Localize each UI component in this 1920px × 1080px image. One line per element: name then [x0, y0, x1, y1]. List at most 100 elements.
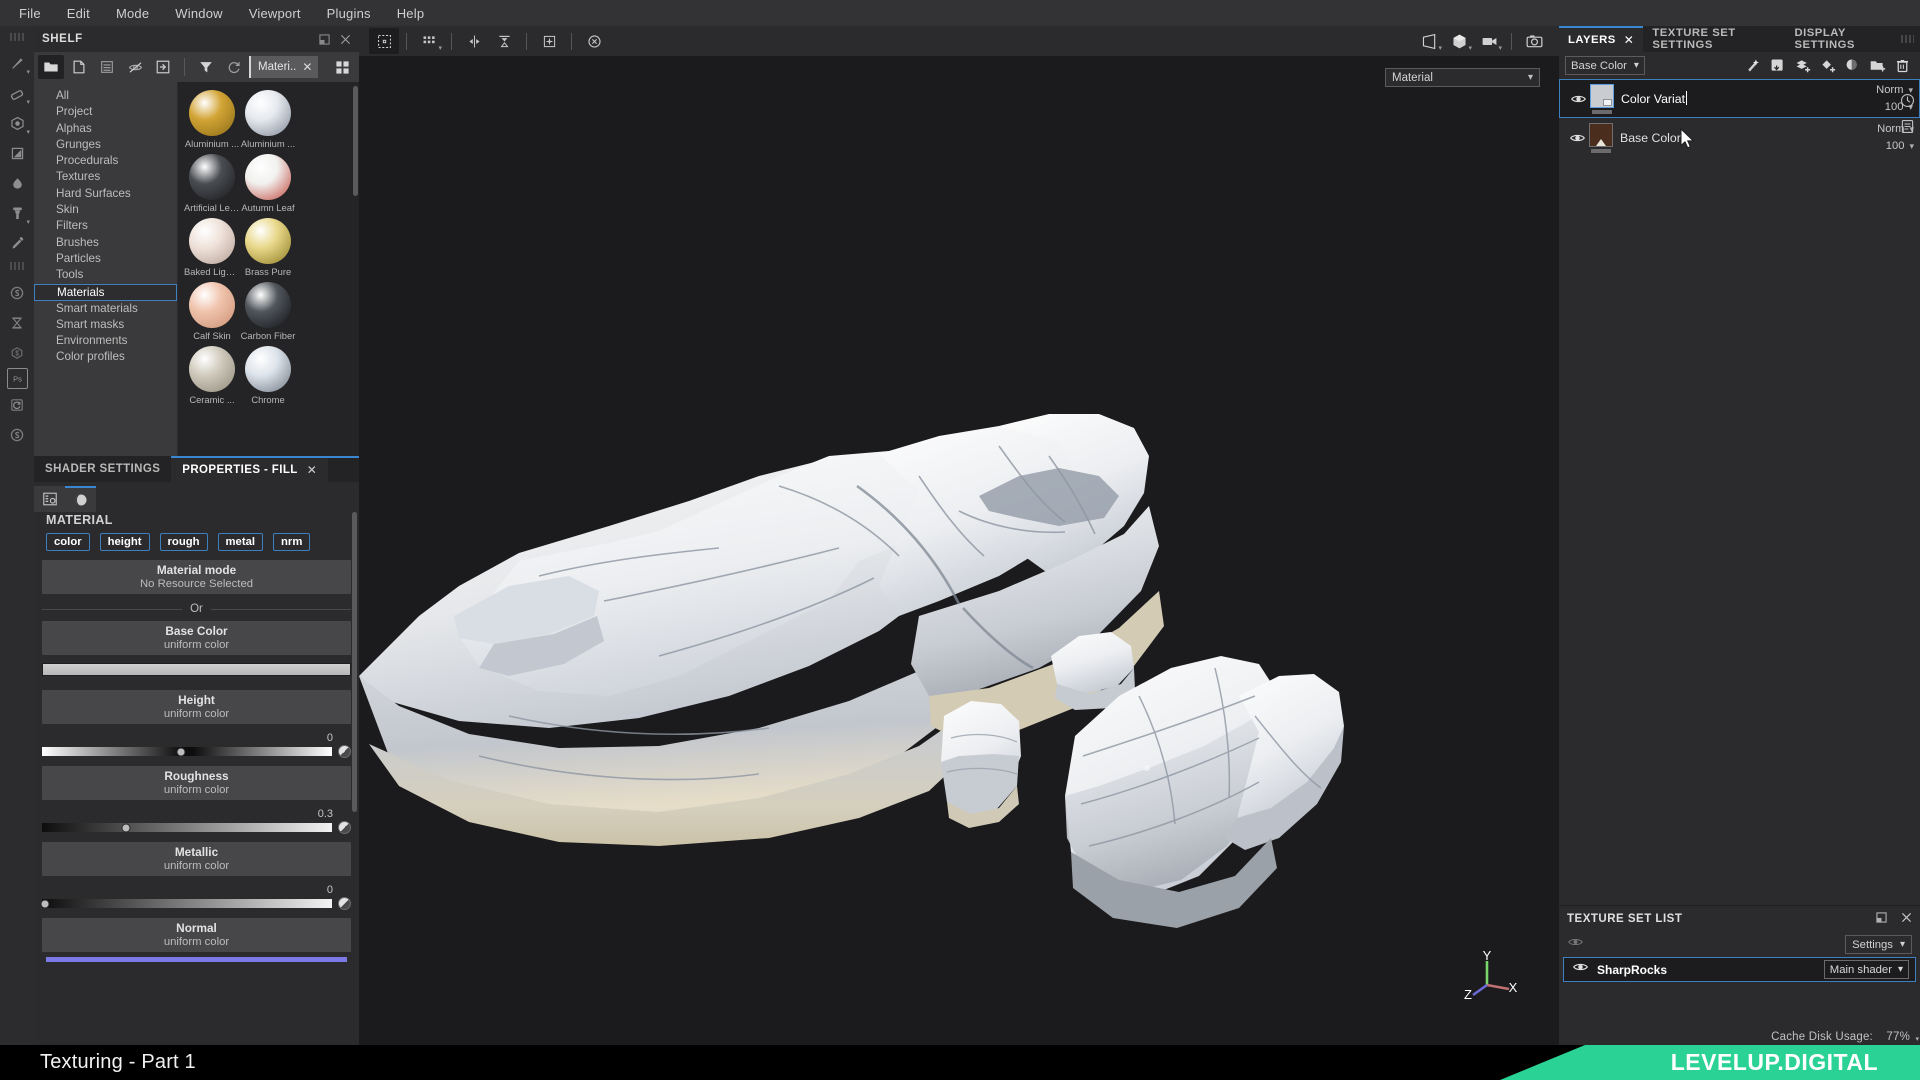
hide-icon[interactable] — [122, 55, 148, 79]
layer-thumbnail[interactable] — [1590, 83, 1614, 108]
projection-icon[interactable]: ▾ — [3, 109, 31, 138]
shelf-material-item[interactable]: Chrome — [240, 344, 296, 408]
notes-icon[interactable] — [1895, 114, 1919, 138]
channel-selector[interactable]: Base Color ▾ — [1565, 56, 1645, 75]
shelf-category-tools[interactable]: Tools — [34, 267, 177, 283]
roughness-block[interactable]: Roughness uniform color — [42, 766, 351, 800]
settings-dropdown[interactable]: Settings ▾ — [1845, 935, 1912, 954]
height-block[interactable]: Height uniform color — [42, 690, 351, 724]
shelf-material-item[interactable]: Artificial Lea... — [184, 152, 240, 216]
add-layer-icon[interactable] — [1790, 54, 1814, 77]
clear-icon[interactable] — [579, 28, 609, 54]
height-slider-knob[interactable] — [176, 747, 186, 756]
viewport-canvas[interactable] — [359, 56, 1559, 1045]
screenshot-icon[interactable] — [1519, 28, 1549, 54]
tab-display-settings[interactable]: DISPLAY SETTINGS — [1785, 26, 1901, 52]
center-view-icon[interactable] — [534, 28, 564, 54]
layer-row[interactable]: Base Color Norm ▾ 100 ▾ — [1559, 118, 1920, 157]
roughness-reset-icon[interactable] — [338, 821, 351, 834]
eye-icon[interactable] — [1572, 960, 1589, 979]
shelf-category-alphas[interactable]: Alphas — [34, 121, 177, 137]
symmetry-axis-icon[interactable] — [489, 28, 519, 54]
menu-item-mode[interactable]: Mode — [103, 3, 162, 24]
channel-toggle-height[interactable]: height — [99, 533, 150, 551]
folder-icon[interactable] — [38, 55, 64, 79]
shelf-scrollbar[interactable] — [353, 86, 358, 196]
eye-icon[interactable] — [1568, 92, 1588, 106]
properties-scrollbar[interactable] — [352, 512, 357, 812]
close-icon[interactable] — [1901, 912, 1912, 926]
delete-layer-icon[interactable] — [1890, 54, 1914, 77]
shelf-material-item[interactable]: Carbon Fiber — [240, 280, 296, 344]
search-input[interactable]: Materi.. ✕ — [249, 56, 319, 78]
channel-toggle-metal[interactable]: metal — [217, 533, 264, 551]
shelf-category-smart-materials[interactable]: Smart materials — [34, 301, 177, 317]
tab-shader-settings[interactable]: SHADER SETTINGS — [34, 456, 172, 482]
photoshop-icon[interactable]: Ps — [6, 368, 28, 389]
metallic-slider-track[interactable] — [40, 899, 332, 908]
material-preview-icon[interactable] — [65, 486, 96, 512]
metallic-block[interactable]: Metallic uniform color — [42, 842, 351, 876]
smudge-icon[interactable] — [3, 169, 31, 198]
refresh-icon[interactable] — [3, 390, 31, 419]
clear-search-icon[interactable]: ✕ — [302, 60, 312, 74]
reset-icon[interactable] — [221, 55, 247, 79]
close-icon[interactable]: ✕ — [1624, 33, 1635, 47]
viewport-material-selector[interactable]: Material ▾ — [1385, 68, 1540, 87]
shelf-category-all[interactable]: All — [34, 88, 177, 104]
layer-name[interactable]: Base Color — [1620, 131, 1864, 145]
menu-item-viewport[interactable]: Viewport — [236, 3, 314, 24]
add-mask-icon[interactable]: ▾ — [1840, 54, 1919, 1043]
layer-thumbnail[interactable] — [1589, 122, 1613, 147]
menu-item-window[interactable]: Window — [162, 3, 235, 24]
substance-share-icon[interactable] — [3, 338, 31, 367]
polygon-fill-icon[interactable] — [3, 139, 31, 168]
grid-view-icon[interactable] — [329, 55, 355, 79]
add-fill-layer-icon[interactable] — [1765, 54, 1789, 77]
shelf-category-smart-masks[interactable]: Smart masks — [34, 317, 177, 333]
metallic-reset-icon[interactable] — [338, 897, 351, 910]
baking-icon[interactable] — [3, 308, 31, 337]
shelf-material-item[interactable]: Ceramic ... — [184, 344, 240, 408]
clone-stamp-icon[interactable]: ▾ — [3, 199, 31, 228]
dock-grip[interactable] — [1900, 35, 1914, 43]
tab-layers[interactable]: LAYERS ✕ — [1559, 26, 1644, 52]
menu-item-file[interactable]: File — [6, 3, 54, 24]
roughness-slider-track[interactable] — [42, 823, 332, 832]
shelf-category-filters[interactable]: Filters — [34, 218, 177, 234]
uv-grid-icon[interactable]: ▾ — [414, 28, 444, 54]
layer-name[interactable]: Color Variat — [1621, 91, 1863, 106]
shelf-category-textures[interactable]: Textures — [34, 169, 177, 185]
viewport-3d[interactable]: ▾ ▾ ▾ ▾ Material ▾ Y X Z — [359, 26, 1559, 1045]
camera-render-icon[interactable]: ▾ — [1474, 28, 1504, 54]
tab-texture-set-settings[interactable]: TEXTURE SET SETTINGS — [1643, 26, 1786, 52]
substance-source-icon[interactable] — [3, 278, 31, 307]
dock-icon[interactable] — [1876, 912, 1887, 926]
tab-properties-fill[interactable]: PROPERTIES - FILL ✕ — [171, 456, 329, 482]
shelf-material-item[interactable]: Autumn Leaf — [240, 152, 296, 216]
effects-icon[interactable] — [1740, 54, 1764, 77]
shelf-category-procedurals[interactable]: Procedurals — [34, 153, 177, 169]
channel-toggle-color[interactable]: color — [46, 533, 90, 551]
shelf-category-environments[interactable]: Environments — [34, 333, 177, 349]
perspective-icon[interactable]: ▾ — [1414, 28, 1444, 54]
channel-toggle-nrm[interactable]: nrm — [273, 533, 311, 551]
material-mode-block[interactable]: Material mode No Resource Selected — [42, 560, 351, 594]
eye-toggle-icon[interactable] — [1567, 935, 1584, 954]
channel-toggle-rough[interactable]: rough — [159, 533, 208, 551]
rail-grip-2[interactable] — [10, 262, 24, 270]
roughness-slider-knob[interactable] — [121, 823, 131, 832]
shelf-category-particles[interactable]: Particles — [34, 251, 177, 267]
save-icon[interactable] — [94, 55, 120, 79]
shelf-category-project[interactable]: Project — [34, 104, 177, 120]
dock-icon[interactable] — [319, 33, 330, 45]
layer-opacity[interactable]: 100 — [1886, 140, 1905, 152]
history-icon[interactable] — [1895, 88, 1919, 112]
shelf-category-grunges[interactable]: Grunges — [34, 137, 177, 153]
layer-row[interactable]: Color Variat Norm ▾ 100 ▾ — [1559, 79, 1920, 118]
menu-item-edit[interactable]: Edit — [54, 3, 103, 24]
substance-icon[interactable] — [3, 420, 31, 449]
shelf-category-materials[interactable]: Materials — [34, 283, 177, 301]
properties-list-icon[interactable] — [34, 486, 65, 512]
eraser-icon[interactable]: ▾ — [3, 79, 31, 108]
